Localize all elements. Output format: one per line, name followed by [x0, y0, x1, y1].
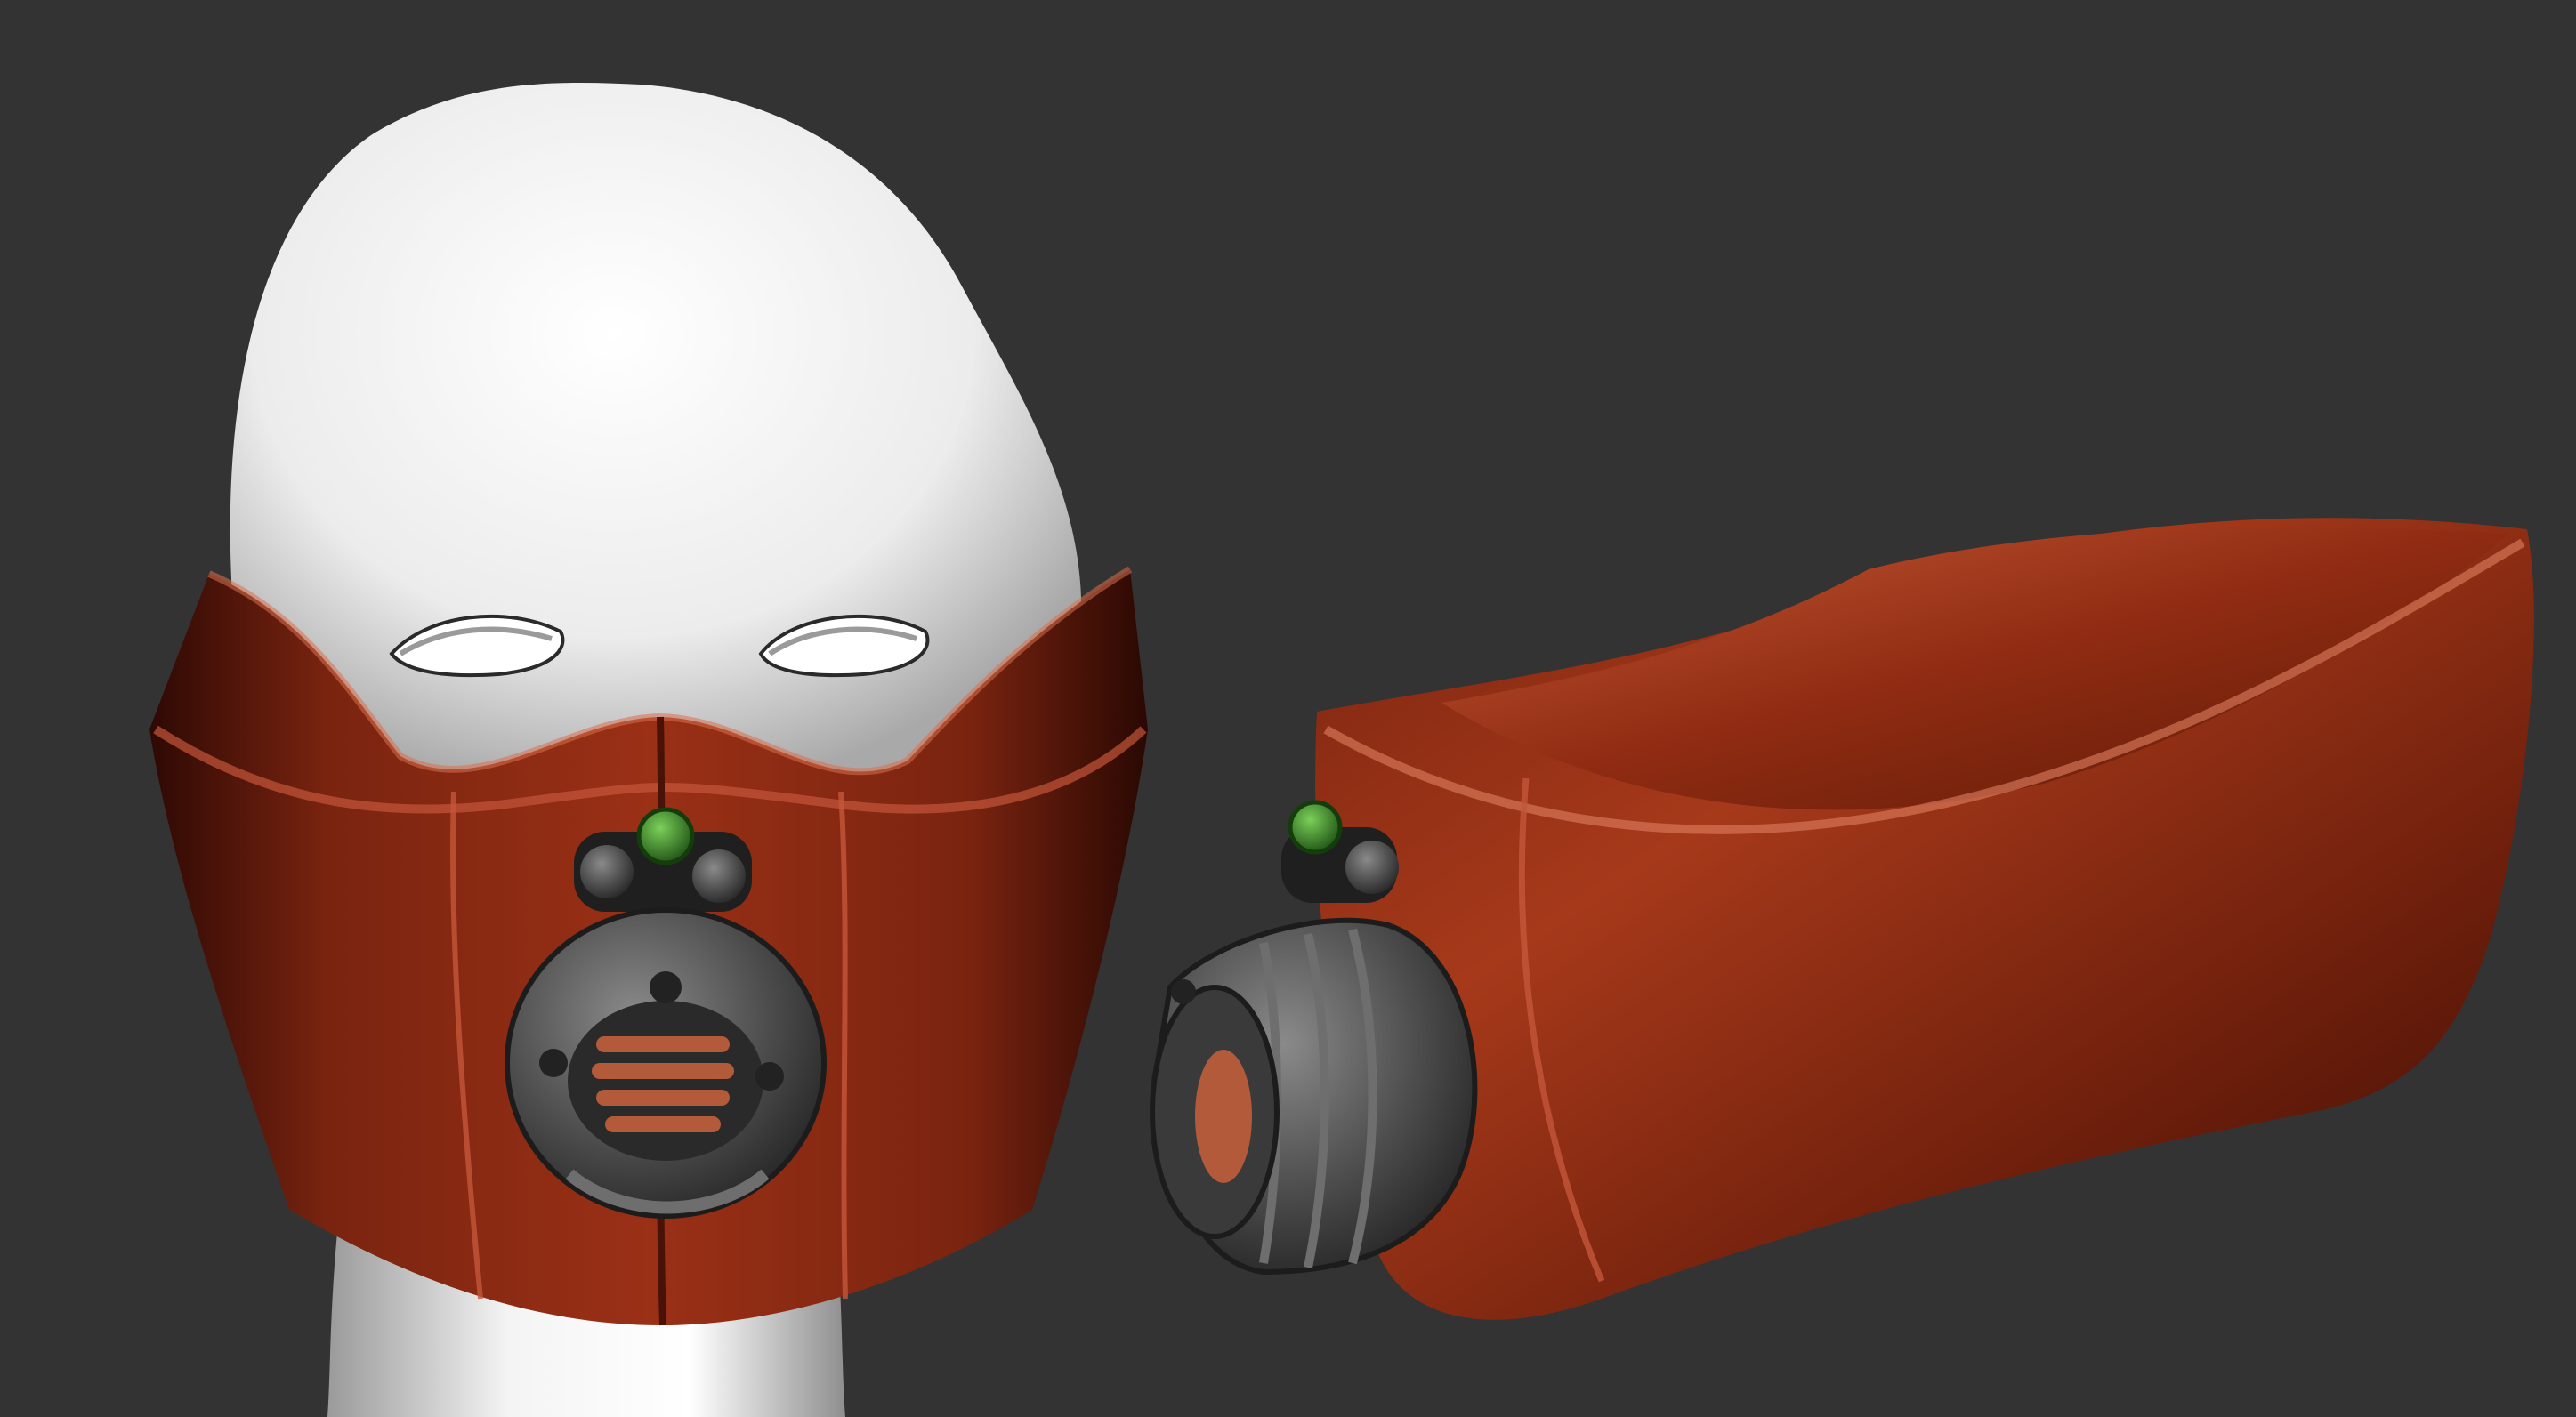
- sculpt-render-canvas: [149, 83, 2534, 1417]
- side-view: [1150, 518, 2534, 1320]
- side-respirator: [1150, 917, 1478, 1276]
- mannequin-head: [230, 83, 1082, 801]
- side-green-valve: [1288, 800, 1343, 855]
- green-valve: [636, 807, 695, 865]
- knob-left: [580, 845, 634, 898]
- knob-right: [692, 849, 746, 903]
- front-view: [149, 83, 1148, 1417]
- front-respirator: [505, 907, 827, 1219]
